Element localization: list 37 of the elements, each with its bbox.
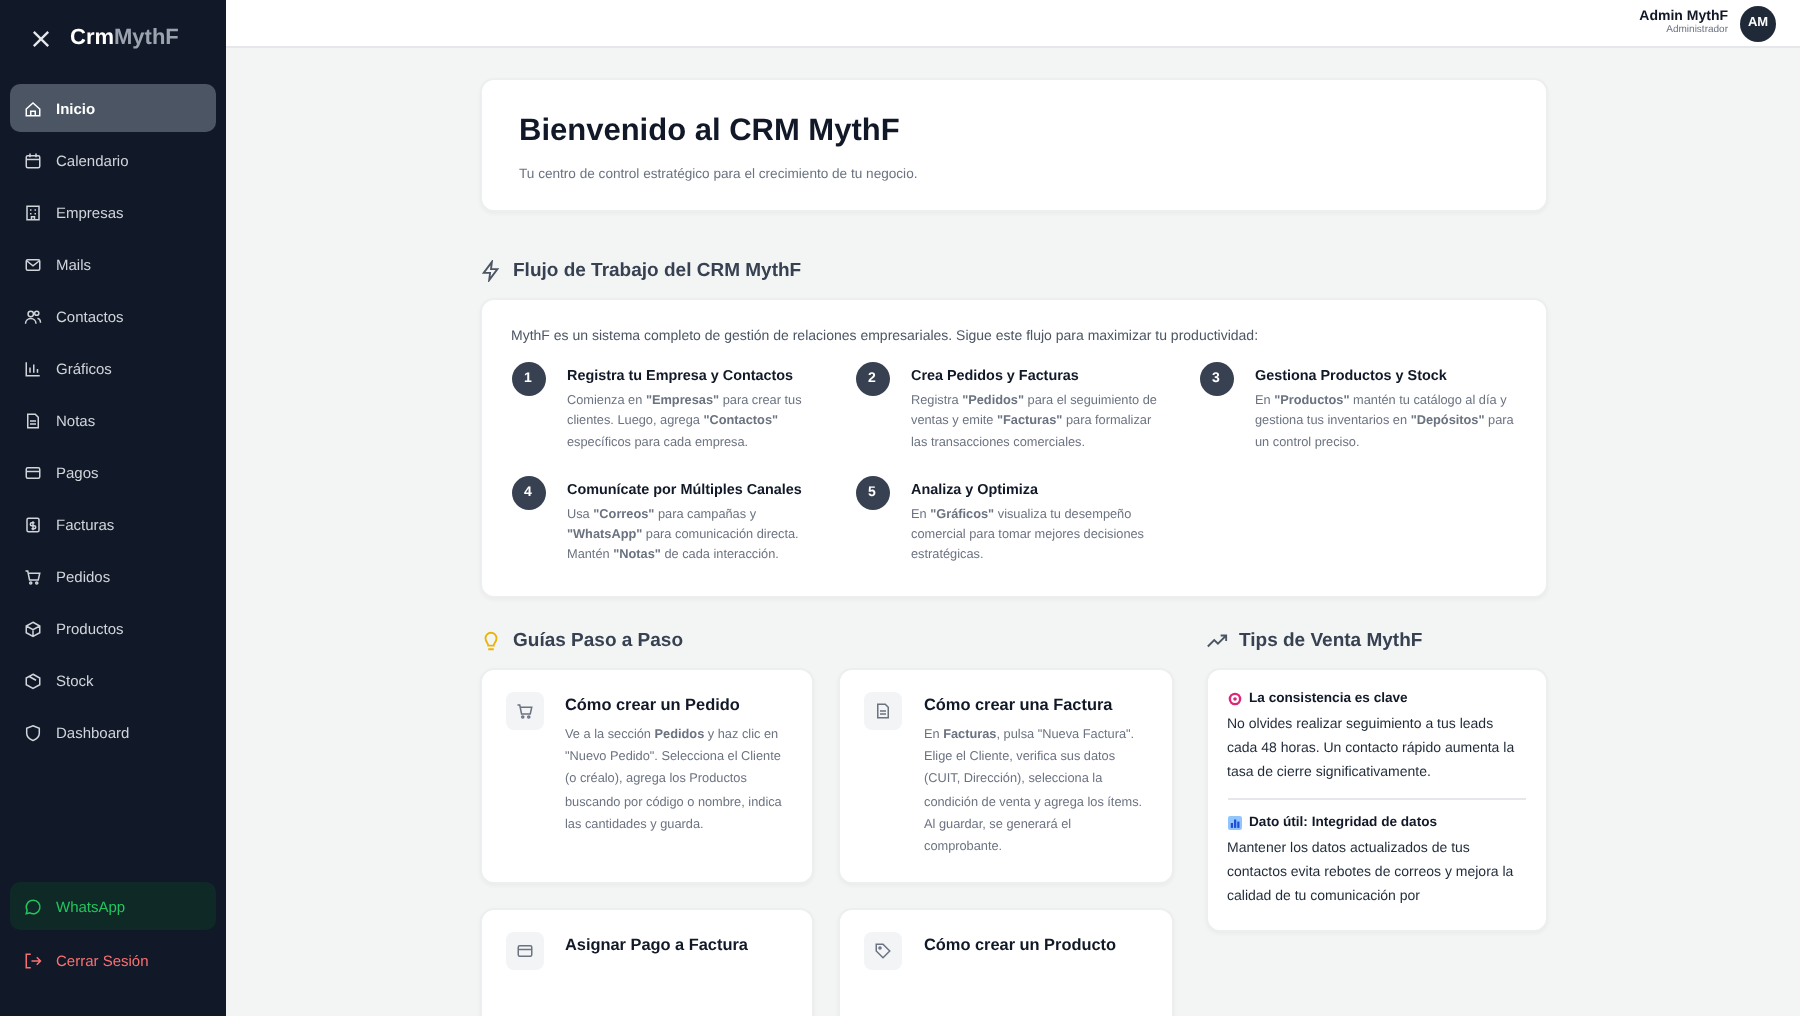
lightning-icon (479, 260, 501, 282)
guide-title: Cómo crear una Factura (924, 695, 1115, 714)
section-heading: Guías Paso a Paso (513, 629, 684, 652)
logo: CrmMythF (70, 26, 179, 50)
building-icon (24, 203, 42, 221)
bar-chart-icon (24, 359, 42, 377)
cart-icon (24, 567, 42, 585)
chat-bubble-icon (24, 897, 42, 915)
welcome-title: Bienvenido al CRM MythF (519, 114, 902, 150)
lightbulb-icon (479, 629, 501, 652)
box-icon (24, 619, 42, 637)
guide-title: Asignar Pago a Factura (565, 935, 748, 954)
section-heading: Tips de Venta MythF (1239, 629, 1423, 652)
guide-card[interactable] (838, 667, 1173, 884)
logout-icon (24, 951, 42, 969)
close-icon[interactable] (32, 29, 50, 47)
mail-icon (24, 255, 42, 273)
credit-card-icon (24, 463, 42, 481)
bar-chart-icon (1227, 815, 1241, 830)
guide-title: Cómo crear un Pedido (565, 695, 742, 714)
cart-icon (515, 701, 533, 720)
section-heading: Flujo de Trabajo del CRM MythF (513, 260, 802, 282)
guide-card[interactable]: Asignar Pago a Factura (479, 907, 814, 1016)
document-icon (874, 701, 892, 720)
users-icon (24, 307, 42, 325)
guide-title: Cómo crear un Producto (924, 935, 1116, 954)
tag-icon (874, 941, 892, 960)
calendar-icon (24, 151, 42, 169)
receipt-icon (24, 515, 42, 533)
package-icon (24, 671, 42, 689)
trend-up-icon (1205, 629, 1227, 652)
home-icon (24, 99, 42, 117)
document-icon (24, 411, 42, 429)
guide-card[interactable]: Cómo crear un Producto (838, 907, 1173, 1016)
target-icon (1227, 691, 1241, 706)
credit-card-icon (515, 941, 533, 960)
shield-icon (24, 723, 42, 741)
